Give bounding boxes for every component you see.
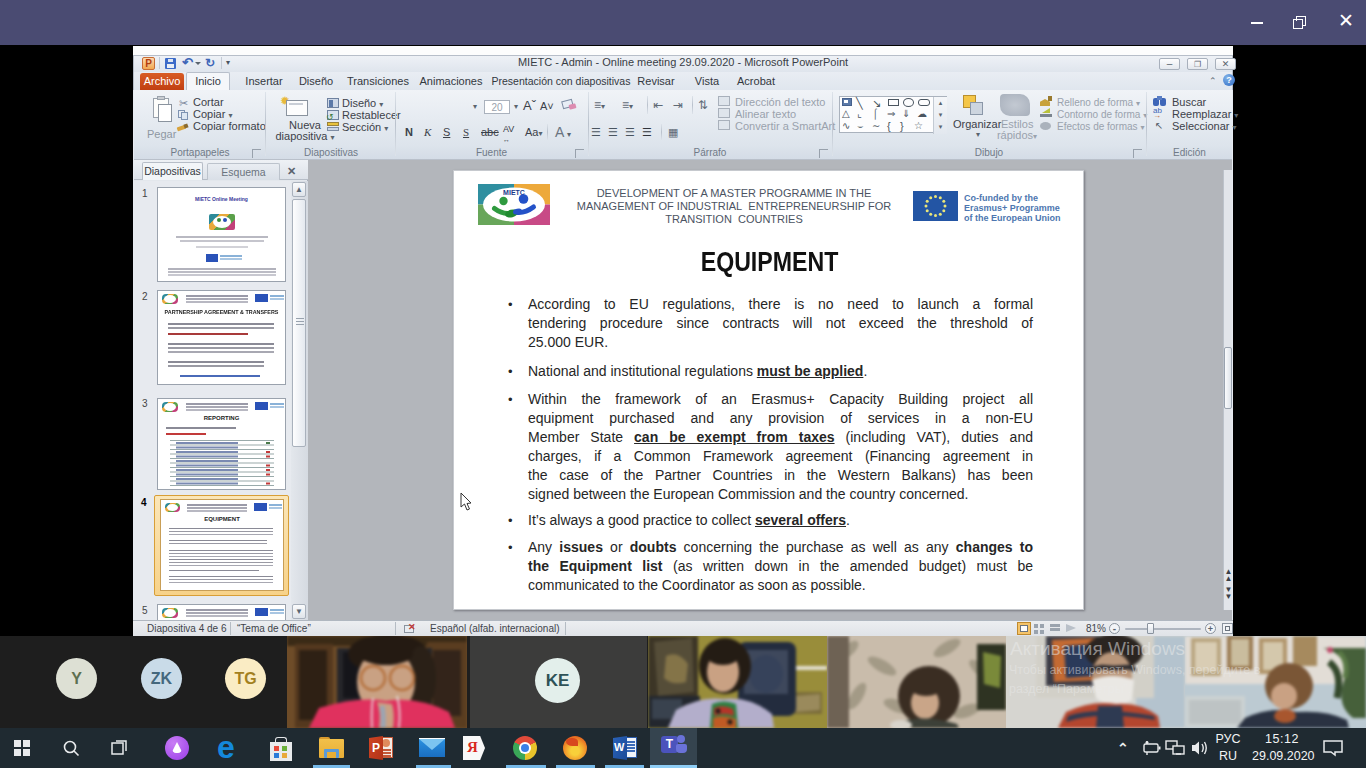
svg-text:MIETC: MIETC bbox=[503, 189, 525, 196]
